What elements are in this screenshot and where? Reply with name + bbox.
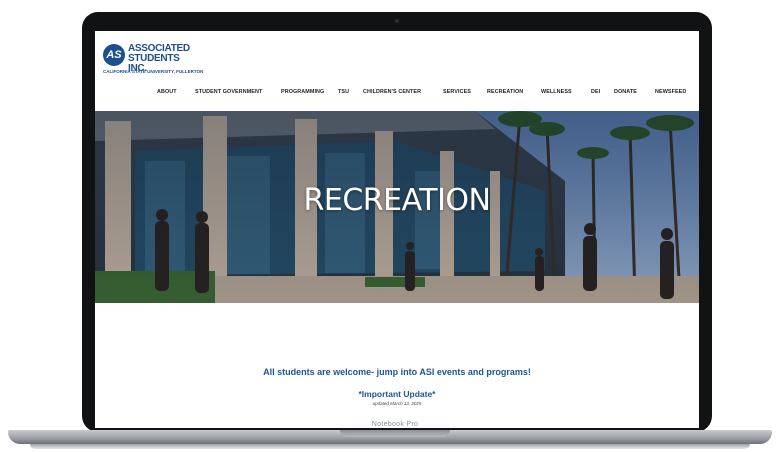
browser-screen: AS ASSOCIATED STUDENTS INC. CALIFORNIA S…: [95, 31, 699, 428]
laptop-notch: [340, 430, 450, 437]
nav-wellness[interactable]: WELLNESS: [541, 89, 572, 95]
nav-services[interactable]: SERVICES: [443, 89, 471, 95]
logo-mark: AS: [103, 44, 125, 66]
laptop-lid: AS ASSOCIATED STUDENTS INC. CALIFORNIA S…: [82, 12, 712, 432]
laptop-base-shadow: [30, 444, 750, 449]
nav-tsu[interactable]: TSU: [338, 89, 349, 95]
hero-title: RECREATION: [303, 183, 491, 218]
nav-about[interactable]: ABOUT: [157, 89, 177, 95]
update-date: updated March 13, 2025: [372, 401, 422, 406]
important-update-heading: *Important Update*: [358, 389, 436, 399]
nav-student-government[interactable]: STUDENT GOVERNMENT: [195, 89, 262, 95]
welcome-message: All students are welcome- jump into ASI …: [263, 367, 531, 377]
asi-logo[interactable]: AS ASSOCIATED STUDENTS INC. CALIFORNIA S…: [103, 42, 203, 82]
nav-newsfeed[interactable]: NEWSFEED: [655, 89, 686, 95]
camera-icon: [395, 19, 399, 23]
nav-dei[interactable]: DEI: [591, 89, 600, 95]
main-nav: ABOUT STUDENT GOVERNMENT PROGRAMMING TSU…: [95, 87, 699, 101]
nav-childrens-center[interactable]: CHILDREN'S CENTER: [363, 89, 421, 95]
nav-recreation[interactable]: RECREATION: [487, 89, 523, 95]
device-brand-label: Notebook Pro: [371, 421, 419, 428]
logo-line-3: CALIFORNIA STATE UNIVERSITY, FULLERTON: [103, 69, 204, 74]
nav-programming[interactable]: PROGRAMMING: [281, 89, 324, 95]
nav-donate[interactable]: DONATE: [614, 89, 637, 95]
hero-banner: RECREATION: [95, 111, 699, 303]
